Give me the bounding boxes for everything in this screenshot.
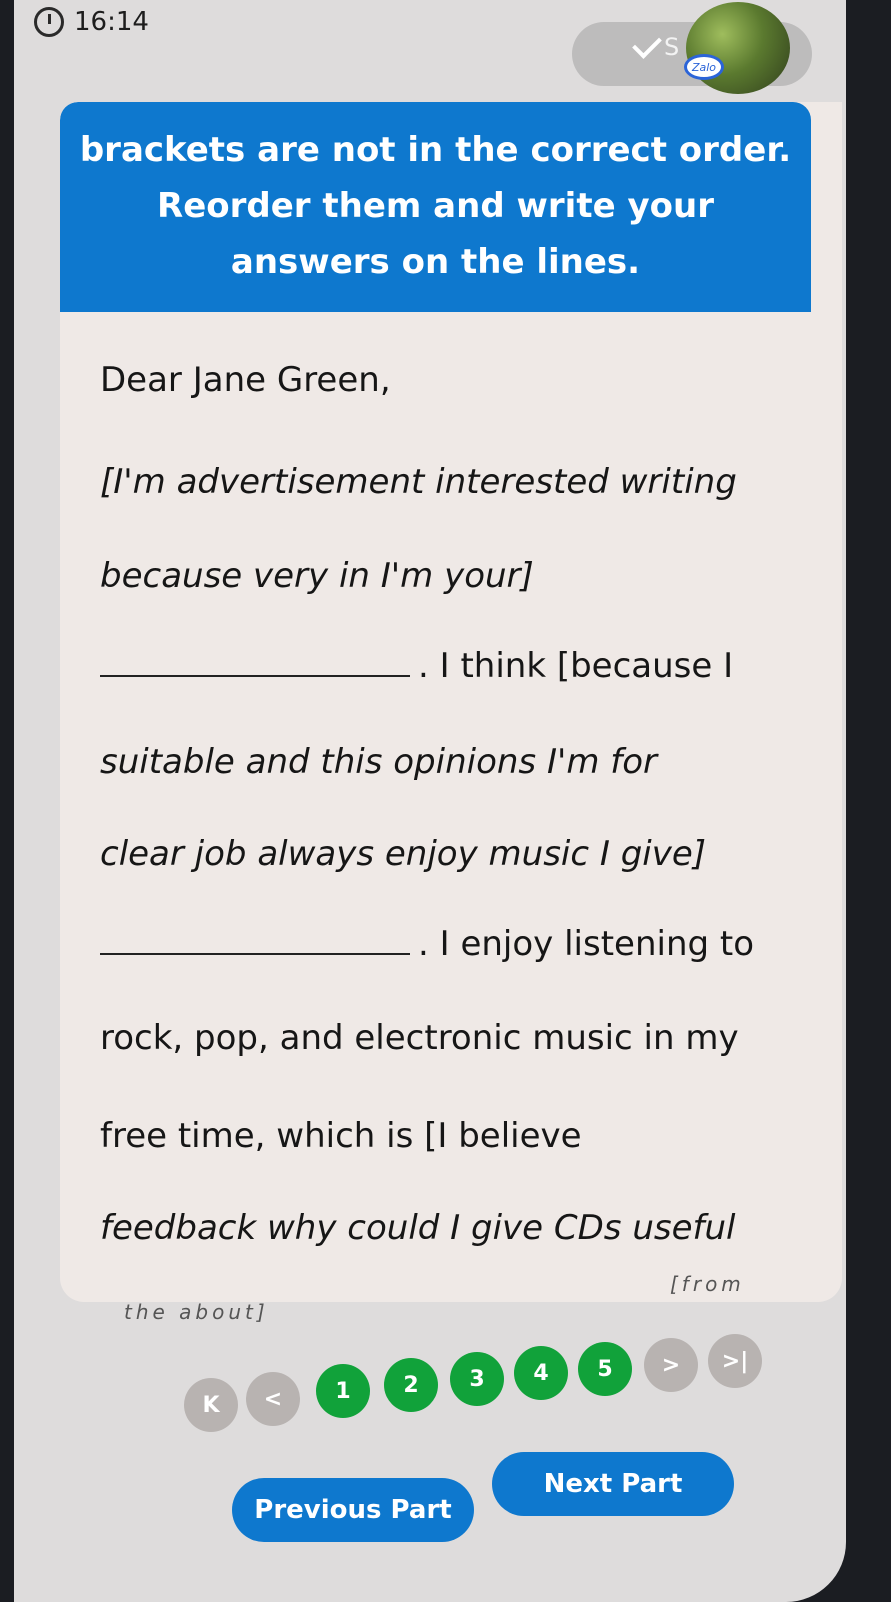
instruction-line-2: Reorder them and write your — [157, 186, 714, 226]
notification-text: S — [664, 33, 680, 61]
zalo-badge: Zalo — [684, 54, 724, 80]
last-page-button[interactable]: >| — [708, 1334, 762, 1388]
letter-line-1: [I'm advertisement interested writing — [100, 462, 737, 502]
letter-line-2: because very in I'm your] — [100, 556, 534, 596]
letter-line-3-text: . I think [because I — [418, 646, 734, 686]
instruction-banner: brackets are not in the correct order. R… — [60, 102, 811, 312]
letter-line-5: clear job always enjoy music I give] — [100, 834, 707, 874]
letter-greeting: Dear Jane Green, — [100, 360, 391, 400]
letter-cut-left: the about] — [124, 1300, 269, 1324]
status-time: 16:14 — [74, 7, 149, 37]
page-4-button[interactable]: 4 — [514, 1346, 568, 1400]
next-part-button[interactable]: Next Part — [492, 1452, 734, 1516]
instruction-line-1: brackets are not in the correct order. — [79, 130, 792, 170]
next-page-button[interactable]: > — [644, 1338, 698, 1392]
first-page-button[interactable]: K — [184, 1378, 238, 1432]
page-2-button[interactable]: 2 — [384, 1358, 438, 1412]
previous-page-button[interactable]: < — [246, 1372, 300, 1426]
letter-line-4: suitable and this opinions I'm for — [100, 742, 657, 782]
previous-part-button[interactable]: Previous Part — [232, 1478, 474, 1542]
clock-icon — [34, 7, 64, 37]
letter-line-3: . I think [because I — [100, 646, 733, 686]
letter-line-6: . I enjoy listening to — [100, 924, 754, 964]
question-card: brackets are not in the correct order. R… — [60, 102, 842, 1302]
letter-line-8: free time, which is [I believe — [100, 1116, 582, 1156]
letter-line-6-text: . I enjoy listening to — [418, 924, 755, 964]
status-bar: 16:14 — [34, 0, 149, 44]
instruction-line-3: answers on the lines. — [230, 242, 641, 282]
phone-screen: 16:14 S Zalo brackets are not in the cor… — [14, 0, 846, 1602]
answer-blank-1[interactable] — [100, 675, 410, 677]
answer-blank-2[interactable] — [100, 953, 410, 955]
letter-line-9: feedback why could I give CDs useful — [100, 1208, 736, 1248]
page-3-button[interactable]: 3 — [450, 1352, 504, 1406]
letter-cut-right: [from — [670, 1272, 745, 1296]
letter-line-7: rock, pop, and electronic music in my — [100, 1018, 739, 1058]
avatar[interactable] — [686, 2, 790, 94]
page-5-button[interactable]: 5 — [578, 1342, 632, 1396]
page-1-button[interactable]: 1 — [316, 1364, 370, 1418]
